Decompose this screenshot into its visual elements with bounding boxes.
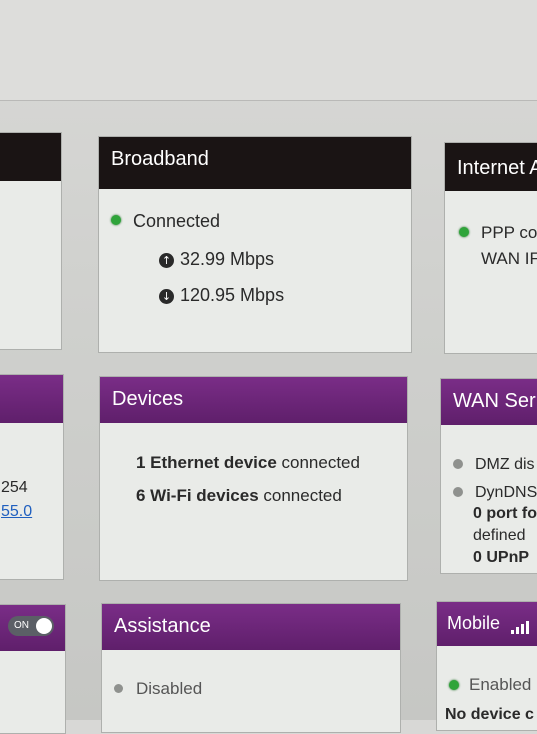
assistance-header: Assistance bbox=[102, 604, 400, 650]
left-tile-middle-header bbox=[0, 375, 63, 423]
devices-tile[interactable]: Devices 1 Ethernet device connected 6 Wi… bbox=[99, 376, 408, 581]
download-speed-row: ↓ 120.95 Mbps bbox=[159, 285, 284, 306]
mobile-header: Mobile bbox=[437, 602, 537, 646]
top-background bbox=[0, 0, 537, 101]
assistance-status-icon bbox=[114, 684, 123, 693]
internet-line-2: WAN IF bbox=[481, 249, 537, 268]
ethernet-connected-text: connected bbox=[276, 453, 360, 472]
left-tile-top-header bbox=[0, 133, 61, 181]
subnet-mask-link[interactable]: 55.0 bbox=[1, 503, 32, 521]
download-arrow-icon: ↓ bbox=[159, 289, 174, 304]
port-forward-count-bold: 0 port fo bbox=[473, 505, 537, 522]
mobile-device-line: No device c bbox=[445, 706, 534, 724]
upload-arrow-icon: ↑ bbox=[159, 253, 174, 268]
upnp-count: 0 UPnP bbox=[473, 549, 529, 567]
wifi-connected-text: connected bbox=[258, 486, 342, 505]
mobile-device-line-bold: No device c bbox=[445, 706, 534, 723]
internet-line-1: PPP co bbox=[481, 223, 537, 242]
devices-header: Devices bbox=[100, 377, 407, 423]
wifi-devices-row[interactable]: 6 Wi-Fi devices connected bbox=[136, 486, 342, 506]
ip-address-fragment: 254 bbox=[1, 479, 28, 496]
internet-status-icon bbox=[459, 227, 469, 237]
mobile-title: Mobile bbox=[447, 613, 501, 633]
dyndns-status-icon bbox=[453, 487, 463, 497]
broadband-status: Connected bbox=[133, 211, 221, 231]
dmz-status: DMZ dis bbox=[475, 456, 535, 473]
ethernet-device-count: 1 Ethernet device bbox=[136, 453, 277, 472]
internet-header: Internet A bbox=[445, 143, 537, 191]
connected-status-icon bbox=[111, 215, 121, 225]
wan-services-header: WAN Ser bbox=[441, 379, 537, 425]
on-toggle-switch[interactable]: ON bbox=[8, 616, 54, 636]
mobile-status: Enabled bbox=[469, 675, 532, 694]
mobile-tile[interactable]: Mobile Enabled No device c bbox=[436, 601, 537, 731]
dmz-status-icon bbox=[453, 459, 463, 469]
broadband-tile[interactable]: Broadband Connected ↑ 32.99 Mbps ↓ 120.95 … bbox=[98, 136, 412, 353]
mobile-status-icon bbox=[449, 680, 459, 690]
wifi-device-count: 6 Wi-Fi devices bbox=[136, 486, 259, 505]
toggle-knob bbox=[36, 618, 52, 634]
wan-services-tile[interactable]: WAN Ser DMZ dis DynDNS 0 port fo defined… bbox=[440, 378, 537, 574]
signal-bars-icon bbox=[511, 620, 535, 634]
dyndns-status: DynDNS bbox=[475, 484, 537, 501]
port-forward-defined: defined bbox=[473, 527, 526, 544]
upload-speed: 32.99 Mbps bbox=[180, 249, 275, 269]
port-forward-count: 0 port fo bbox=[473, 505, 537, 523]
assistance-status: Disabled bbox=[136, 679, 203, 698]
toggle-label: ON bbox=[14, 620, 29, 631]
internet-tile[interactable]: Internet A PPP co WAN IF bbox=[444, 142, 537, 354]
broadband-header: Broadband bbox=[99, 137, 411, 189]
upnp-count-bold: 0 UPnP bbox=[473, 549, 530, 566]
left-tile-top[interactable] bbox=[0, 132, 62, 350]
assistance-tile[interactable]: Assistance Disabled bbox=[101, 603, 401, 733]
left-tile-middle[interactable]: 254 55.0 bbox=[0, 374, 64, 580]
download-speed: 120.95 Mbps bbox=[180, 285, 285, 305]
upload-speed-row: ↑ 32.99 Mbps bbox=[159, 249, 274, 270]
ethernet-devices-row[interactable]: 1 Ethernet device connected bbox=[136, 453, 360, 473]
